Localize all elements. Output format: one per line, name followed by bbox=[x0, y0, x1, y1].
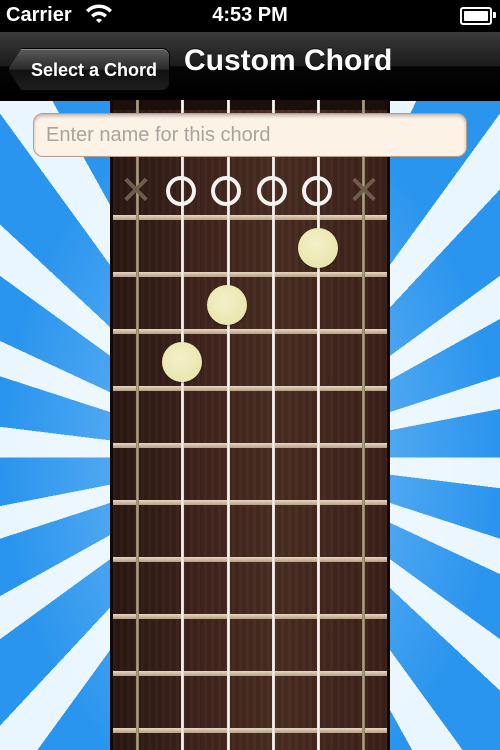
finger-dot[interactable] bbox=[298, 228, 338, 268]
navigation-bar: Select a Chord Custom Chord bbox=[0, 32, 500, 101]
fret-1 bbox=[113, 215, 387, 220]
clock: 4:53 PM bbox=[212, 4, 288, 26]
chord-name-input[interactable] bbox=[33, 113, 467, 157]
fret-6 bbox=[113, 500, 387, 505]
status-bar: Carrier 4:53 PM bbox=[0, 0, 500, 32]
open-circle-icon[interactable] bbox=[257, 176, 287, 206]
page-title: Custom Chord bbox=[184, 44, 393, 77]
open-circle-icon[interactable] bbox=[211, 176, 241, 206]
fret-3 bbox=[113, 329, 387, 334]
x-marker-icon[interactable]: ✕ bbox=[347, 171, 381, 211]
fret-2 bbox=[113, 272, 387, 277]
nut bbox=[113, 100, 387, 110]
back-button[interactable]: Select a Chord bbox=[8, 48, 170, 91]
fret-10 bbox=[113, 728, 387, 733]
finger-dot[interactable] bbox=[207, 285, 247, 325]
open-circle-icon[interactable] bbox=[166, 176, 196, 206]
x-marker-icon[interactable]: ✕ bbox=[119, 171, 153, 211]
finger-dot[interactable] bbox=[162, 342, 202, 382]
fret-5 bbox=[113, 443, 387, 448]
open-circle-icon[interactable] bbox=[302, 176, 332, 206]
fret-4 bbox=[113, 386, 387, 391]
fret-9 bbox=[113, 671, 387, 676]
battery-icon bbox=[460, 7, 496, 25]
fret-8 bbox=[113, 614, 387, 619]
fret-7 bbox=[113, 557, 387, 562]
